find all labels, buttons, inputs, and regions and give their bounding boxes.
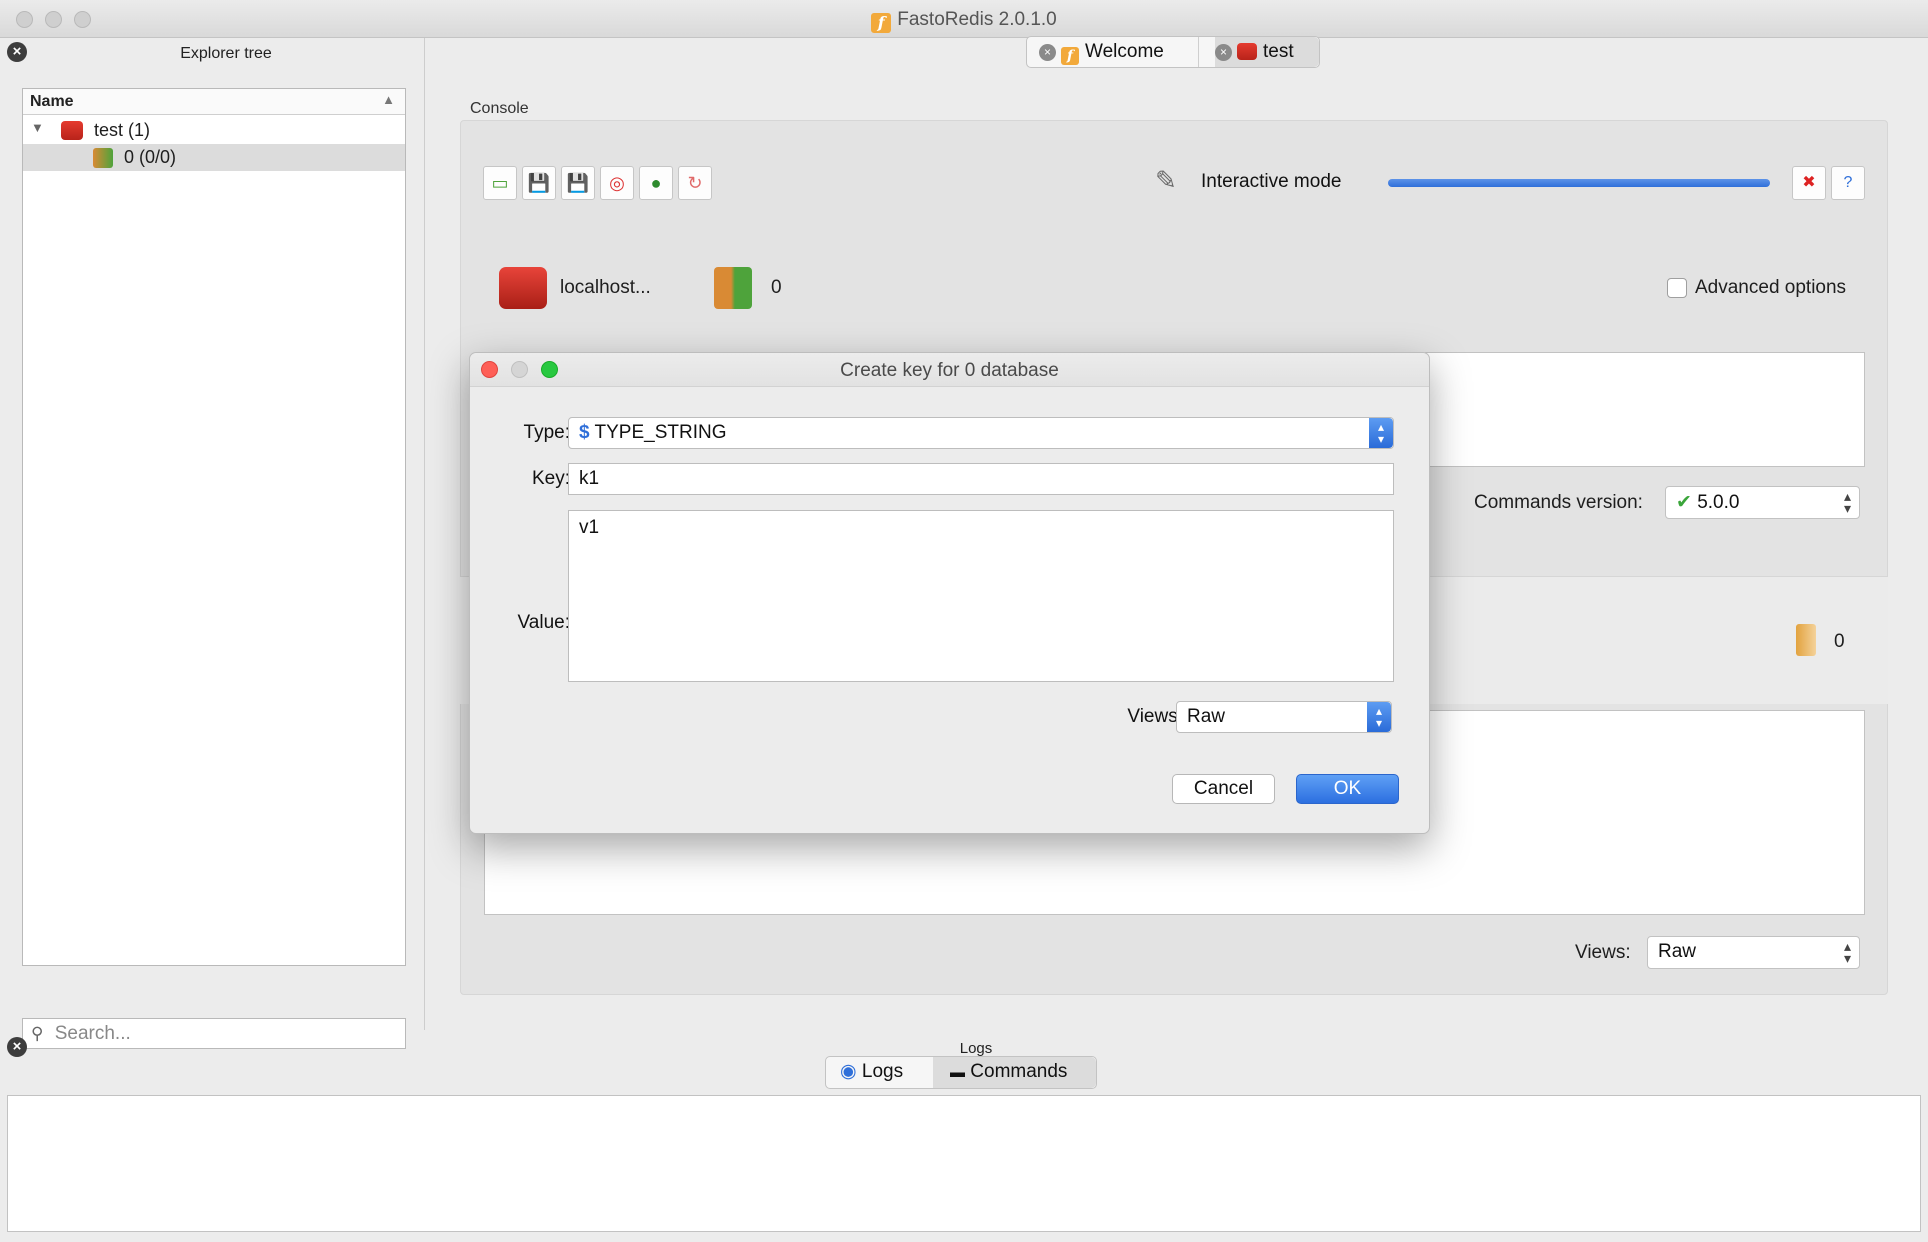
- command-input-area[interactable]: [1425, 352, 1865, 467]
- check-circle-icon: ✔: [1676, 492, 1692, 513]
- tab-commands[interactable]: ▬ Commands: [950, 1057, 1096, 1087]
- advanced-options-label: Advanced options: [1695, 277, 1847, 298]
- console-views-select[interactable]: Raw ▴ ▾: [1647, 936, 1860, 969]
- tree-item-label: 0 (0/0): [124, 147, 177, 167]
- dialog-views-label: Views:: [1127, 706, 1183, 727]
- logs-output-area[interactable]: [7, 1095, 1921, 1232]
- disclosure-triangle-icon[interactable]: ▼: [31, 120, 44, 135]
- stop-execution-icon[interactable]: ✖: [1792, 166, 1826, 200]
- database-icon: [93, 148, 113, 168]
- tab-divider: [1198, 37, 1199, 67]
- stop-icon[interactable]: ◎: [600, 166, 634, 200]
- console-label: Console: [470, 100, 529, 117]
- tab-welcome[interactable]: × f Welcome: [1039, 37, 1219, 67]
- select-arrows-icon: ▴ ▾: [1843, 938, 1851, 966]
- result-count: 0: [1834, 631, 1845, 652]
- tree-column-header[interactable]: Name ▲: [23, 89, 405, 115]
- disconnect-icon[interactable]: ↻: [678, 166, 712, 200]
- tree-item-database[interactable]: 0 (0/0): [23, 144, 405, 171]
- commands-version-label: Commands version:: [1474, 492, 1643, 513]
- main-tab-bar: × f Welcome × test: [1026, 36, 1320, 68]
- database-large-icon: [714, 267, 752, 309]
- console-views-label: Views:: [1575, 942, 1631, 963]
- type-select[interactable]: $ TYPE_STRING ▴ ▾: [568, 417, 1394, 449]
- fastoredis-logo-icon: f: [1061, 47, 1079, 65]
- explorer-title: Explorer tree: [180, 45, 272, 62]
- window-title: f FastoRedis 2.0.1.0: [0, 9, 1928, 33]
- tree-item-label: test (1): [94, 120, 151, 140]
- save-as-button[interactable]: 💾: [561, 166, 595, 200]
- ok-button[interactable]: OK: [1296, 774, 1399, 804]
- save-button[interactable]: 💾: [522, 166, 556, 200]
- redis-server-icon: [61, 121, 83, 140]
- redis-server-icon: [1237, 43, 1257, 60]
- value-textarea[interactable]: v1: [568, 510, 1394, 682]
- execution-progress-bar: [1388, 179, 1770, 187]
- key-input[interactable]: k1: [568, 463, 1394, 495]
- tab-close-icon[interactable]: ×: [1039, 44, 1056, 61]
- dialog-views-select[interactable]: Raw ▴ ▾: [1176, 701, 1392, 733]
- server-label: localhost...: [560, 277, 651, 298]
- column-name-label: Name: [30, 93, 74, 110]
- load-script-button[interactable]: ▭: [483, 166, 517, 200]
- tab-test[interactable]: × test: [1215, 37, 1319, 67]
- fastoredis-logo-icon: f: [871, 13, 892, 33]
- logs-tab-bar: ◉ Logs ▬ Commands: [825, 1056, 1097, 1089]
- type-label: Type:: [523, 422, 570, 443]
- commands-version-select[interactable]: ✔ 5.0.0 ▴ ▾: [1665, 486, 1860, 519]
- help-icon[interactable]: ?: [1831, 166, 1865, 200]
- sort-ascending-icon[interactable]: ▲: [382, 92, 395, 107]
- advanced-options-checkbox[interactable]: [1667, 278, 1687, 298]
- terminal-icon: ▬: [950, 1064, 965, 1081]
- dialog-title: Create key for 0 database: [840, 360, 1059, 381]
- tab-close-icon[interactable]: ×: [1215, 44, 1232, 61]
- cancel-button[interactable]: Cancel: [1172, 774, 1275, 804]
- app-window: f FastoRedis 2.0.1.0 × Explorer tree Name…: [0, 0, 1928, 1242]
- database-count: 0: [771, 277, 782, 298]
- logs-title: Logs: [959, 1040, 993, 1057]
- redis-server-large-icon: [499, 267, 547, 309]
- create-key-dialog: Create key for 0 database Type: $ TYPE_S…: [469, 352, 1430, 834]
- select-arrows-icon: ▴ ▾: [1369, 418, 1393, 448]
- explorer-tree[interactable]: Name ▲ ▼ test (1) 0 (0/0): [22, 88, 406, 966]
- value-label: Value:: [517, 612, 570, 633]
- key-label: Key:: [531, 468, 570, 489]
- window-titlebar: f FastoRedis 2.0.1.0: [0, 0, 1928, 38]
- tab-logs[interactable]: ◉ Logs: [840, 1057, 940, 1087]
- explorer-panel: × Explorer tree Name ▲ ▼ test (1) 0 (0/0…: [0, 38, 425, 1049]
- logs-icon: ◉: [840, 1061, 857, 1082]
- dialog-titlebar: Create key for 0 database: [470, 353, 1429, 387]
- progress-fill: [1388, 179, 1770, 187]
- interactive-mode-icon[interactable]: ✎: [1155, 165, 1187, 199]
- select-arrows-icon: ▴ ▾: [1843, 488, 1851, 516]
- string-type-icon: $: [579, 422, 590, 443]
- select-arrows-icon: ▴ ▾: [1367, 702, 1391, 732]
- connect-icon[interactable]: ●: [639, 166, 673, 200]
- execution-timer-icon: [1796, 624, 1816, 656]
- interactive-mode-label: Interactive mode: [1201, 171, 1342, 192]
- tree-item-server[interactable]: ▼ test (1): [23, 117, 405, 144]
